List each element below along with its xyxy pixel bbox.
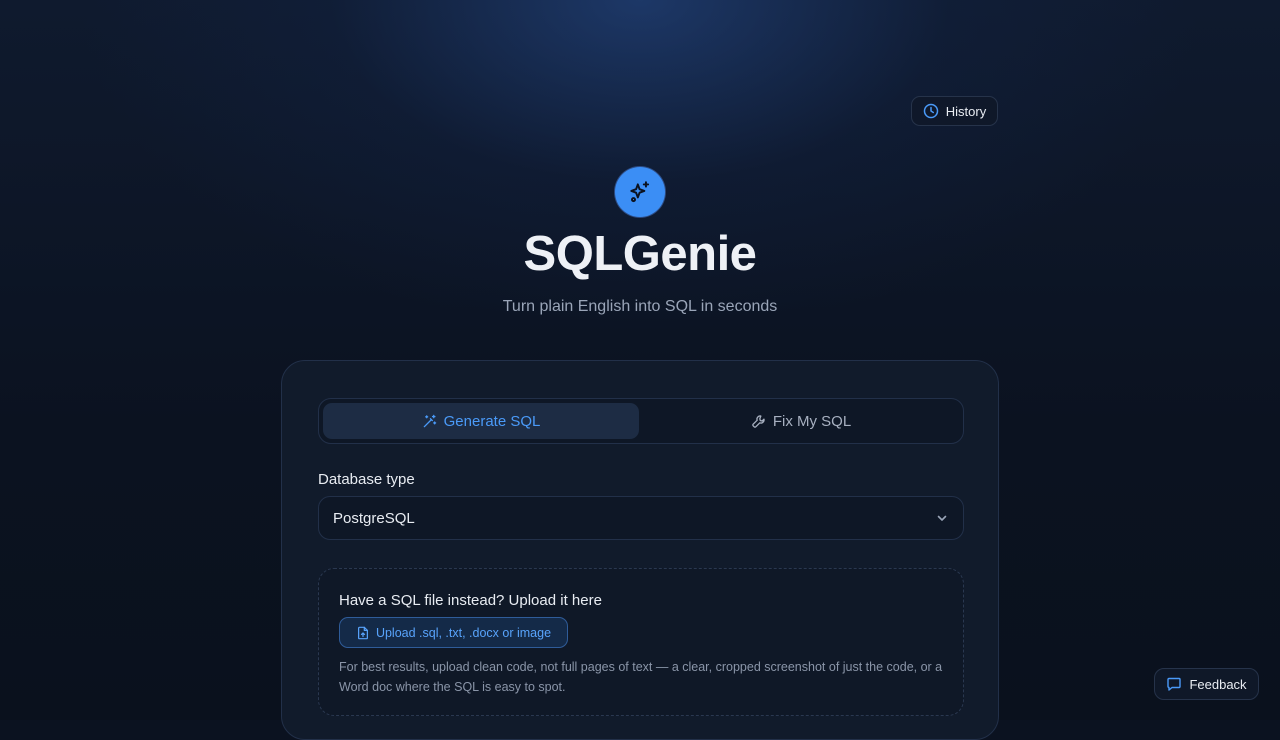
- database-type-value: PostgreSQL: [333, 509, 415, 527]
- tab-generate-label: Generate SQL: [443, 412, 541, 430]
- main-card: Generate SQL Fix My SQL Database type Po…: [281, 360, 999, 740]
- tab-fix-my-sql[interactable]: Fix My SQL: [643, 403, 959, 439]
- upload-title: Have a SQL file instead? Upload it here: [339, 592, 602, 609]
- history-label: History: [945, 103, 987, 119]
- message-icon: [1166, 676, 1182, 692]
- app-logo: [615, 167, 665, 217]
- clock-icon: [923, 103, 939, 119]
- upload-dropzone[interactable]: Have a SQL file instead? Upload it here …: [318, 568, 964, 716]
- file-upload-icon: [356, 626, 370, 640]
- tab-generate-sql[interactable]: Generate SQL: [323, 403, 639, 439]
- database-type-select[interactable]: PostgreSQL: [318, 496, 964, 540]
- upload-hint: For best results, upload clean code, not…: [339, 660, 943, 694]
- database-type-label: Database type: [318, 471, 415, 488]
- page-subtitle: Turn plain English into SQL in seconds: [502, 298, 778, 315]
- feedback-button[interactable]: Feedback: [1154, 668, 1259, 700]
- tab-fix-label: Fix My SQL: [772, 412, 852, 430]
- mode-tabs: Generate SQL Fix My SQL: [318, 398, 964, 444]
- sparkles-icon: [627, 179, 653, 205]
- history-button[interactable]: History: [911, 96, 998, 126]
- feedback-label: Feedback: [1189, 676, 1247, 692]
- chevron-down-icon: [935, 511, 949, 525]
- upload-button[interactable]: Upload .sql, .txt, .docx or image: [339, 617, 568, 648]
- magic-wand-icon: [422, 414, 437, 429]
- wrench-icon: [751, 414, 766, 429]
- upload-button-label: Upload .sql, .txt, .docx or image: [375, 625, 552, 640]
- page-title: SQLGenie: [523, 227, 757, 281]
